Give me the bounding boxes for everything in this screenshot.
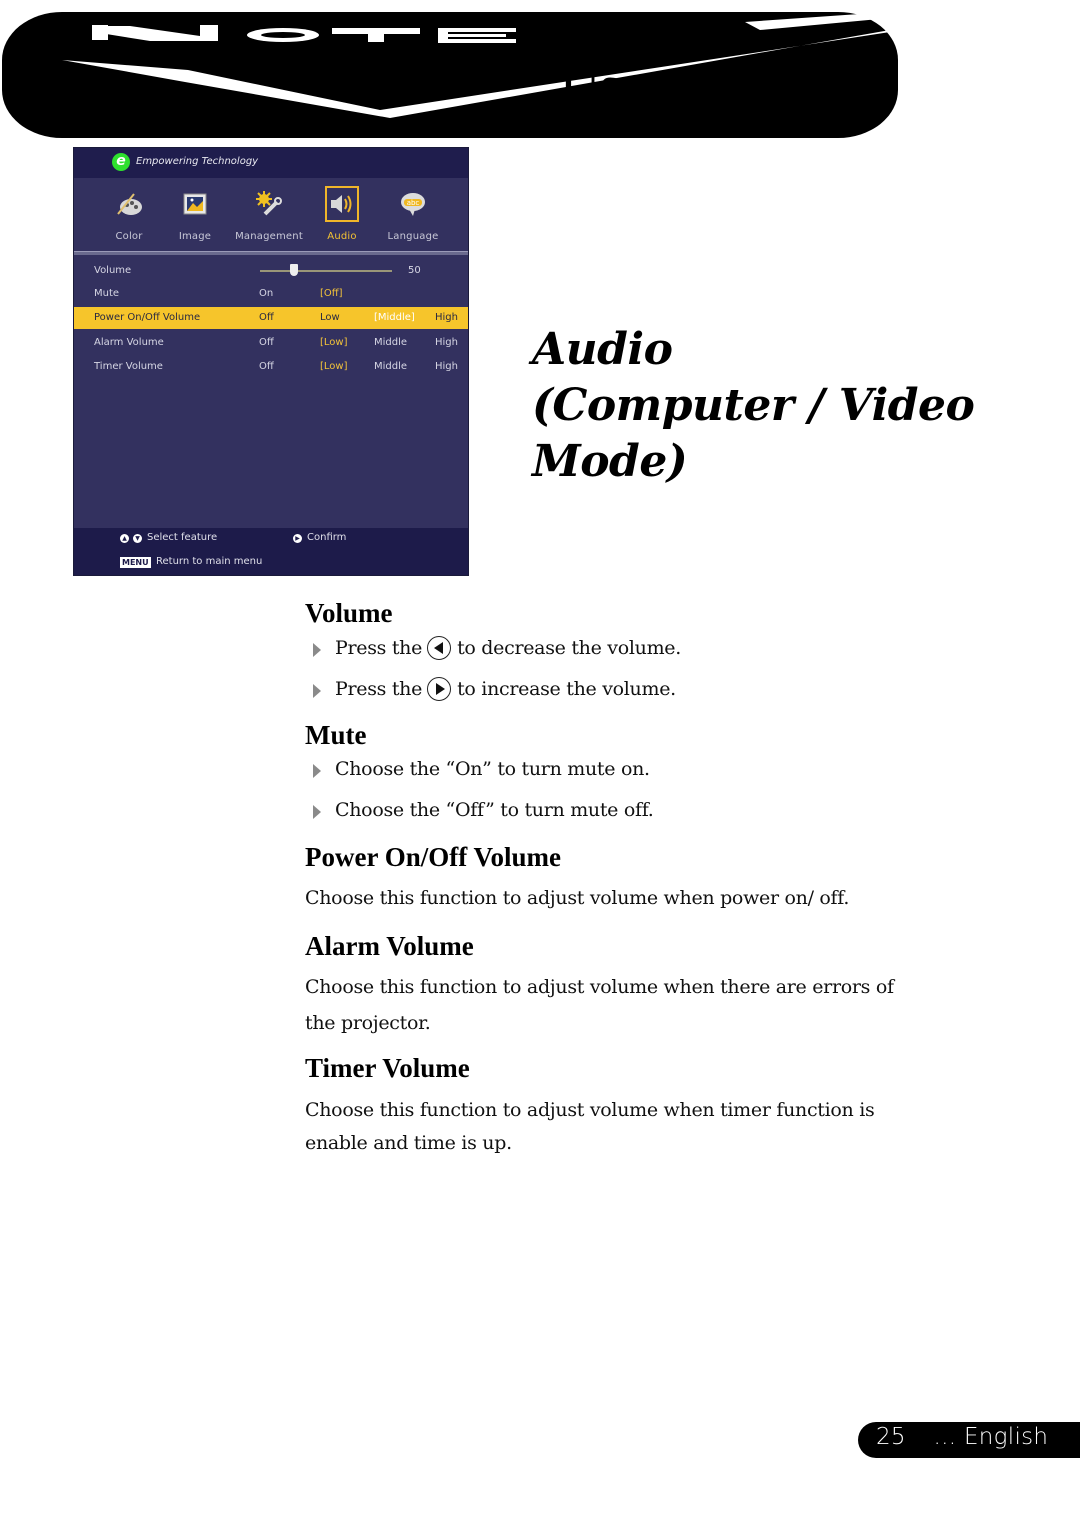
section-title-line2: (Computer / Video (532, 380, 975, 431)
right-arrow-button-icon (427, 677, 452, 701)
osd-row-alarm-volume[interactable]: Alarm Volume Off [Low] Middle High (74, 332, 468, 354)
option-low-selected[interactable]: [Low] (320, 332, 348, 354)
up-button-icon: ▲ (120, 534, 129, 543)
picture-icon (178, 186, 212, 222)
volume-value: 50 (408, 265, 421, 276)
option-middle[interactable]: Middle (374, 356, 407, 378)
section-title: Audio (Computer / Video Mode) (532, 322, 975, 490)
speech-bubble-abc-icon: abc (396, 186, 430, 222)
bullet-text: to decrease the volume. (457, 637, 681, 659)
bullet-text: Choose the “On” to turn mute on. (335, 758, 650, 780)
option-off[interactable]: Off (259, 307, 274, 329)
osd-tab-bar: Color Image Management Audio abc Languag… (74, 178, 468, 251)
option-off[interactable]: Off (259, 356, 274, 378)
wrench-gear-icon (252, 186, 286, 222)
heading-timer-volume: Timer Volume (305, 1053, 470, 1083)
option-high[interactable]: High (435, 332, 458, 354)
left-arrow-button-icon (427, 636, 452, 660)
right-button-icon: ▶ (293, 534, 302, 543)
option-low-selected[interactable]: [Low] (320, 356, 348, 378)
volume-slider-track[interactable] (260, 270, 392, 272)
bullet-text: Press the (335, 678, 423, 700)
return-main-menu-hint: Return to main menu (156, 556, 263, 567)
option-middle-selected[interactable]: [Middle] (374, 307, 415, 329)
page-header-title: User Controls (560, 53, 860, 119)
option-on[interactable]: On (259, 283, 273, 305)
row-label: Volume (94, 265, 132, 276)
bullet-mute-off: Choose the “Off” to turn mute off. (313, 799, 654, 821)
brand-tagline: Empowering Technology (136, 156, 259, 167)
down-button-icon: ▼ (133, 534, 142, 543)
bullet-arrow-icon (313, 804, 321, 819)
bullet-text: Choose the “Off” to turn mute off. (335, 799, 654, 821)
timer-volume-description-line1: Choose this function to adjust volume wh… (305, 1099, 875, 1121)
row-label: Alarm Volume (94, 337, 164, 348)
heading-power-volume: Power On/Off Volume (305, 842, 561, 872)
osd-row-power-volume[interactable]: Power On/Off Volume Off Low [Middle] Hig… (74, 307, 468, 329)
tab-language[interactable]: abc Language (378, 178, 448, 251)
tab-label: Language (387, 231, 439, 242)
option-low[interactable]: Low (320, 307, 340, 329)
brand-logo-icon: e (112, 153, 130, 171)
row-label: Mute (94, 288, 120, 299)
bullet-mute-on: Choose the “On” to turn mute on. (313, 758, 650, 780)
row-label: Timer Volume (94, 361, 163, 372)
option-high[interactable]: High (435, 307, 458, 329)
section-title-line1: Audio (532, 324, 673, 375)
bullet-arrow-icon (313, 642, 321, 657)
option-off[interactable]: Off (259, 332, 274, 354)
select-feature-hint: Select feature (147, 532, 218, 543)
tab-management[interactable]: Management (234, 178, 304, 251)
heading-alarm-volume: Alarm Volume (305, 931, 474, 961)
page-language: ... English (933, 1424, 1049, 1450)
osd-row-volume[interactable]: Volume 50 (74, 260, 468, 282)
option-middle[interactable]: Middle (374, 332, 407, 354)
alarm-volume-description-line2: the projector. (305, 1012, 431, 1034)
osd-divider (74, 251, 468, 255)
volume-slider-thumb[interactable] (289, 264, 298, 276)
note-banner: User Controls (0, 0, 1080, 145)
section-title-line3: Mode) (532, 436, 688, 487)
osd-row-mute[interactable]: Mute On [Off] (74, 283, 468, 305)
tab-image[interactable]: Image (160, 178, 230, 251)
bullet-text: to increase the volume. (457, 678, 676, 700)
option-high[interactable]: High (435, 356, 458, 378)
bullet-text: Press the (335, 637, 423, 659)
svg-text:abc: abc (407, 199, 420, 207)
page-footer: 25 ... English (876, 1424, 1048, 1450)
menu-key-icon: MENU (120, 557, 151, 568)
timer-volume-description-line2: enable and time is up. (305, 1132, 512, 1154)
power-volume-description: Choose this function to adjust volume wh… (305, 887, 850, 909)
bullet-arrow-icon (313, 763, 321, 778)
heading-mute: Mute (305, 720, 367, 750)
note-checkmark-logo (2, 0, 1080, 138)
bullet-increase-volume: Press the to increase the volume. (313, 677, 676, 701)
row-label: Power On/Off Volume (94, 312, 201, 323)
confirm-hint: Confirm (307, 532, 347, 543)
bullet-arrow-icon (313, 683, 321, 698)
option-off-selected[interactable]: [Off] (320, 283, 343, 305)
osd-menu-screenshot: e Empowering Technology Color Image Mana… (73, 147, 469, 576)
palette-icon (112, 186, 146, 222)
osd-row-timer-volume[interactable]: Timer Volume Off [Low] Middle High (74, 356, 468, 378)
osd-footer: ▲ ▼ Select feature ▶ Confirm MENU Return… (74, 528, 468, 575)
alarm-volume-description-line1: Choose this function to adjust volume wh… (305, 976, 894, 998)
page-number: 25 (876, 1424, 906, 1450)
tab-audio[interactable]: Audio (307, 178, 377, 251)
bullet-decrease-volume: Press the to decrease the volume. (313, 636, 681, 660)
heading-volume: Volume (305, 598, 393, 628)
speaker-icon (325, 186, 359, 222)
osd-top-bar: e Empowering Technology (74, 148, 468, 178)
